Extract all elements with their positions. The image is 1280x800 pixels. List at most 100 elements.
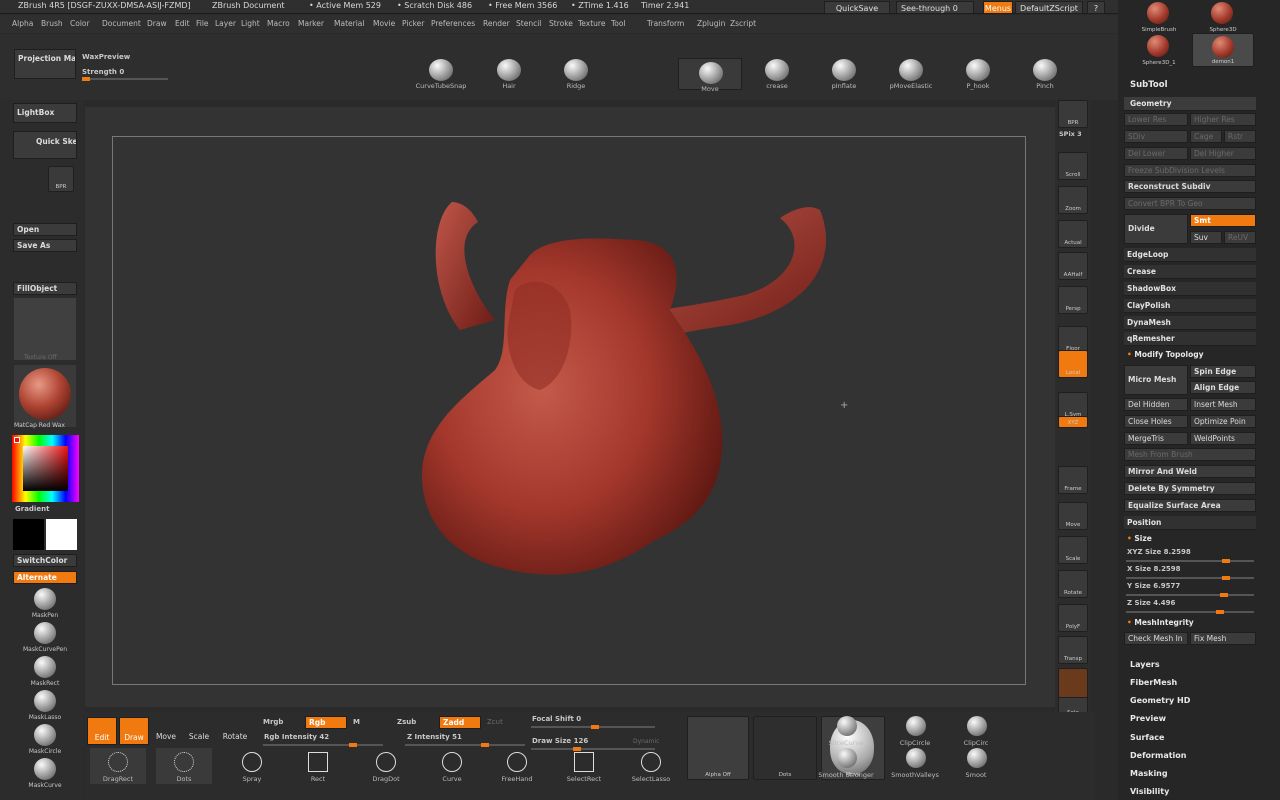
alternate-button[interactable]: Alternate [13,571,77,584]
quicksave-button[interactable]: QuickSave [824,1,890,14]
masklasso-icon[interactable] [34,690,56,712]
demon-head-model[interactable] [400,180,840,590]
optimize-points-button[interactable]: Optimize Poin [1190,415,1256,428]
switch-color-button[interactable]: SwitchColor [13,554,77,567]
rgb-intensity-track[interactable] [263,743,383,747]
layers-section[interactable]: Layers [1130,660,1160,669]
visibility-section[interactable]: Visibility [1130,787,1169,796]
higher-res-button[interactable]: Higher Res [1190,113,1256,126]
draw-mode-button[interactable]: Draw [119,717,149,745]
menu-layer[interactable]: Layer [215,19,236,28]
xyz-button[interactable]: XYZ [1058,416,1088,428]
xsize-slider[interactable]: X Size 8.2598 [1127,565,1181,573]
transp-button[interactable]: Transp [1058,636,1088,664]
menu-picker[interactable]: Picker [402,19,424,28]
size-section[interactable]: • Size [1127,534,1152,543]
fix-mesh-button[interactable]: Fix Mesh [1190,632,1256,645]
delete-by-symmetry-button[interactable]: Delete By Symmetry [1124,482,1256,495]
deformation-section[interactable]: Deformation [1130,751,1186,760]
crease-section[interactable]: Crease [1124,265,1256,279]
maskpen-icon[interactable] [34,588,56,610]
freeze-subdivision-button[interactable]: Freeze SubDivision Levels [1124,164,1256,177]
menu-file[interactable]: File [196,19,209,28]
rgb-intensity-slider[interactable]: Rgb Intensity 42 [264,733,329,741]
masking-section[interactable]: Masking [1130,769,1168,778]
frame-button[interactable]: Frame [1058,466,1088,494]
alpha-slot[interactable]: Alpha Off [687,716,749,780]
cage-button[interactable]: Cage [1190,130,1222,143]
subtool-thumb-sphere3d[interactable]: Sphere3D [1192,0,1254,34]
strength-track[interactable] [82,77,168,81]
brush-ridge[interactable]: Ridge [540,56,612,92]
menu-texture[interactable]: Texture [578,19,605,28]
brush-move[interactable]: Move [678,58,742,93]
menu-macro[interactable]: Macro [267,19,290,28]
menu-stroke[interactable]: Stroke [549,19,573,28]
open-button[interactable]: Open [13,223,77,236]
move-button[interactable]: Move [1058,502,1088,530]
menu-color[interactable]: Color [70,19,90,28]
smooth-valleys-icon[interactable] [906,748,926,768]
clipcircle-icon[interactable] [906,716,926,736]
stroke-dragrect[interactable]: DragRect [90,748,146,784]
stroke-freehand[interactable]: FreeHand [489,748,545,784]
zadd-button[interactable]: Zadd [439,716,481,729]
zsub-button[interactable]: Zsub [397,718,416,726]
spix-slider[interactable]: SPix 3 [1059,130,1082,138]
menu-stencil[interactable]: Stencil [516,19,541,28]
brush-crease[interactable]: crease [741,56,813,92]
wax-preview-button[interactable]: WaxPreview [82,53,130,61]
move-mode-button[interactable]: Move [151,717,181,745]
ysize-slider[interactable]: Y Size 6.9577 [1127,582,1180,590]
qremesher-section[interactable]: qRemesher [1124,332,1256,346]
check-mesh-button[interactable]: Check Mesh In [1124,632,1188,645]
spin-edge-button[interactable]: Spin Edge [1190,365,1256,378]
ysize-track[interactable] [1126,593,1254,597]
insert-mesh-button[interactable]: Insert Mesh [1190,398,1256,411]
merge-tris-button[interactable]: MergeTris [1124,432,1188,445]
slicecurve-icon[interactable] [837,716,857,736]
projection-master-button[interactable]: Projection Master [14,49,76,79]
rgb-button[interactable]: Rgb [305,716,347,729]
polyf-button[interactable]: PolyF [1058,604,1088,632]
actual-button[interactable]: Actual [1058,220,1088,248]
subtool-thumb-sphere3d-1[interactable]: Sphere3D_1 [1128,33,1190,67]
maskcircle-icon[interactable] [34,724,56,746]
fibermesh-section[interactable]: FiberMesh [1130,678,1177,687]
modify-topology-section[interactable]: • Modify Topology [1127,350,1204,359]
geometry-section[interactable]: Geometry [1124,97,1256,111]
mirror-and-weld-button[interactable]: Mirror And Weld [1124,465,1256,478]
draw-size-slider[interactable]: Draw Size 126 [532,737,588,745]
quick-sketch-button[interactable]: Quick Sketch [13,131,77,159]
menu-alpha[interactable]: Alpha [12,19,33,28]
scale-mode-button[interactable]: Scale [184,717,214,745]
brush-pmoveelastic[interactable]: pMoveElastic [875,56,947,92]
fill-object-button[interactable]: FillObject [13,282,77,295]
maskcurvepen-icon[interactable] [34,622,56,644]
reconstruct-subdiv-button[interactable]: Reconstruct Subdiv [1124,180,1256,193]
subtool-section[interactable]: SubTool [1130,80,1168,90]
edit-mode-button[interactable]: Edit [87,717,117,745]
brush-p-hook[interactable]: P_hook [942,56,1014,92]
rotate-mode-button[interactable]: Rotate [218,717,252,745]
position-section[interactable]: Position [1124,516,1256,530]
preview-section[interactable]: Preview [1130,714,1166,723]
scale-button[interactable]: Scale [1058,536,1088,564]
xyzsize-slider[interactable]: XYZ Size 8.2598 [1127,548,1191,556]
weld-points-button[interactable]: WeldPoints [1190,432,1256,445]
brush-pinflate[interactable]: pInflate [808,56,880,92]
micro-mesh-button[interactable]: Micro Mesh [1124,365,1188,395]
rstr-button[interactable]: Rstr [1224,130,1256,143]
brush-pinch[interactable]: Pinch [1009,56,1081,92]
menu-transform[interactable]: Transform [647,19,684,28]
menu-document[interactable]: Document [102,19,141,28]
zsize-track[interactable] [1126,610,1254,614]
maskrect-icon[interactable] [34,656,56,678]
del-higher-button[interactable]: Del Higher [1190,147,1256,160]
geometryhd-section[interactable]: Geometry HD [1130,696,1190,705]
claypolish-section[interactable]: ClayPolish [1124,299,1256,313]
stroke-selectrect[interactable]: SelectRect [556,748,612,784]
del-lower-button[interactable]: Del Lower [1124,147,1188,160]
maskcurve-icon[interactable] [34,758,56,780]
smt-toggle[interactable]: Smt [1190,214,1256,227]
